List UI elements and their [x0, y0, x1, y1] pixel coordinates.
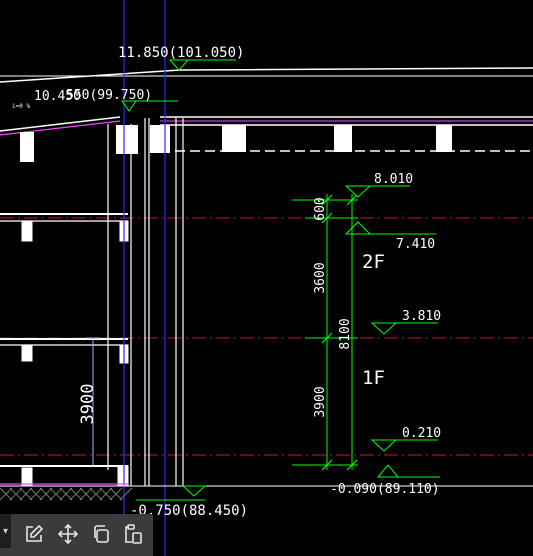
elev-0210: 0.210	[402, 426, 441, 441]
paste-button[interactable]	[119, 520, 147, 548]
cad-drawing-canvas[interactable]: 3900 600 3600 3900 8100 2F 1F 11.850(101…	[0, 0, 533, 556]
columns	[107, 118, 184, 486]
elev-roof-top: 11.850(101.050)	[118, 45, 244, 61]
move-icon	[57, 523, 79, 545]
dim-3600: 3600	[313, 262, 328, 293]
dim-8100: 8100	[338, 318, 353, 349]
elev-eave-b: 550(99.750)	[66, 88, 152, 103]
ground-line	[0, 483, 533, 501]
move-button[interactable]	[54, 520, 82, 548]
paste-icon	[125, 524, 142, 544]
edit-button[interactable]	[20, 520, 48, 548]
elev-7410: 7.410	[396, 237, 435, 252]
dim-600: 600	[313, 197, 328, 220]
floor-slabs	[0, 213, 129, 487]
dim-3900: 3900	[313, 386, 328, 417]
toolbar-collapse-button[interactable]: ▾	[0, 514, 11, 548]
left-dim-3900: 3900	[78, 384, 98, 425]
roof-purlins	[20, 125, 452, 162]
floor-label-2f: 2F	[362, 251, 385, 273]
slope-note: i=0 %	[12, 103, 30, 110]
copy-icon	[94, 525, 109, 543]
roof-structure	[0, 67, 533, 152]
floating-toolbar: ▾	[0, 514, 153, 556]
floor-label-1f: 1F	[362, 367, 385, 389]
edit-icon	[26, 524, 44, 542]
elev-ground-right: -0.090(89.110)	[330, 482, 440, 497]
elev-3810: 3.810	[402, 309, 441, 324]
copy-button[interactable]	[87, 520, 115, 548]
chevron-down-icon: ▾	[2, 525, 9, 537]
elev-8010: 8.010	[374, 172, 413, 187]
